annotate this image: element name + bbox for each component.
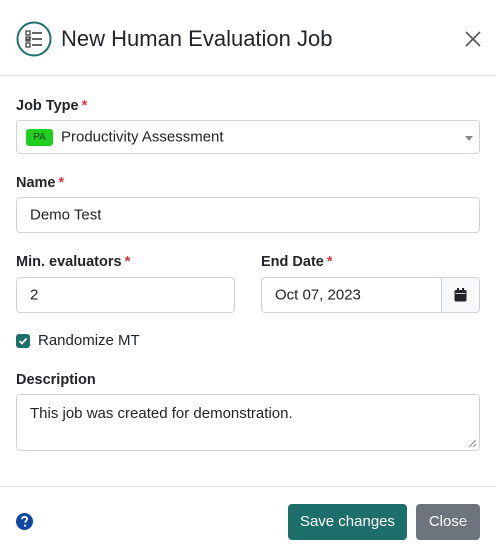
- required-marker: *: [326, 254, 333, 270]
- help-icon[interactable]: [16, 513, 33, 530]
- resize-handle-icon[interactable]: [468, 439, 477, 448]
- required-marker: *: [58, 175, 65, 191]
- close-button[interactable]: Close: [416, 504, 480, 540]
- new-job-dialog: New Human Evaluation Job Job Type * PA Pr…: [0, 0, 496, 556]
- chevron-down-icon: [465, 136, 473, 141]
- min-evaluators-value: 2: [30, 286, 39, 304]
- end-date-value: Oct 07, 2023: [275, 286, 361, 304]
- end-date-input[interactable]: Oct 07, 2023: [261, 277, 442, 313]
- required-marker: *: [81, 98, 88, 114]
- end-date-label: End Date *: [261, 254, 333, 270]
- randomize-mt-checkbox[interactable]: [16, 334, 30, 348]
- job-type-value: Productivity Assessment: [61, 128, 224, 146]
- checklist-icon: [16, 21, 52, 57]
- job-type-badge: PA: [26, 129, 53, 146]
- description-label: Description: [16, 372, 96, 388]
- randomize-mt-label[interactable]: Randomize MT: [38, 332, 140, 350]
- name-label: Name *: [16, 175, 65, 191]
- dialog-title: New Human Evaluation Job: [61, 26, 333, 51]
- min-evaluators-label: Min. evaluators *: [16, 254, 131, 270]
- min-evaluators-input[interactable]: 2: [16, 277, 235, 313]
- save-changes-button[interactable]: Save changes: [288, 504, 407, 540]
- checkmark-icon: [18, 337, 28, 345]
- name-input[interactable]: Demo Test: [16, 197, 480, 233]
- job-type-select[interactable]: PA Productivity Assessment: [16, 120, 480, 154]
- dialog-header: New Human Evaluation Job: [0, 0, 496, 76]
- close-icon[interactable]: [462, 28, 484, 50]
- description-value: This job was created for demonstration.: [30, 405, 293, 422]
- job-type-label: Job Type *: [16, 98, 88, 114]
- calendar-icon: [454, 288, 467, 302]
- name-value: Demo Test: [30, 206, 102, 224]
- date-picker-button[interactable]: [441, 277, 480, 313]
- description-textarea[interactable]: This job was created for demonstration.: [16, 394, 480, 451]
- required-marker: *: [124, 254, 131, 270]
